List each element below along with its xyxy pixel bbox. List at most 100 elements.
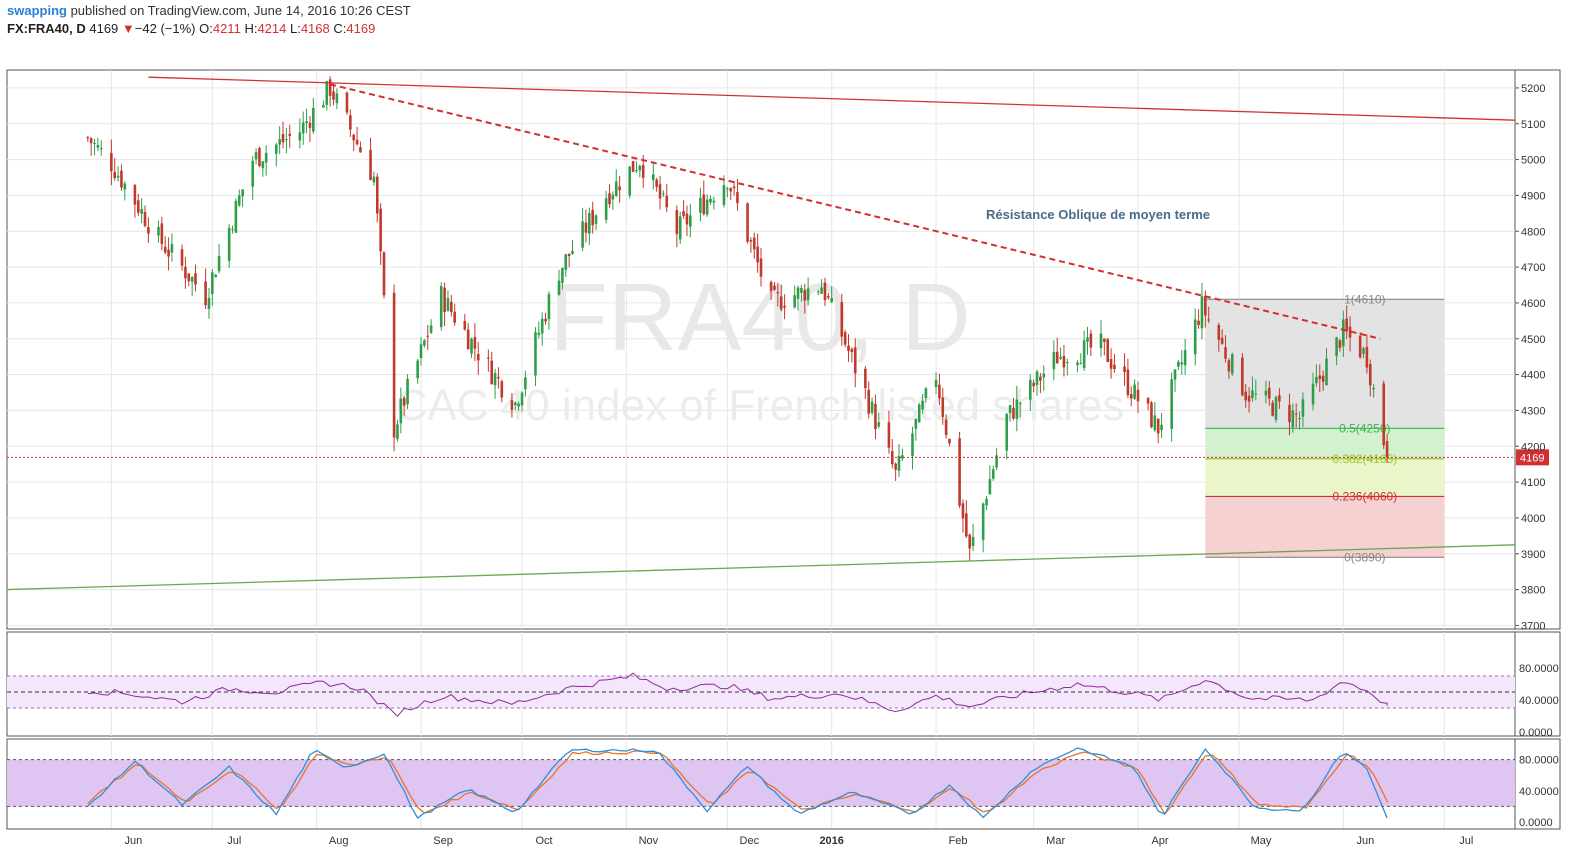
price-tick-label: 4400 bbox=[1521, 370, 1545, 382]
candle-body bbox=[1183, 350, 1187, 366]
candle-body bbox=[981, 503, 985, 540]
candle-body bbox=[611, 194, 615, 200]
candle-body bbox=[635, 170, 638, 172]
time-tick-label: Oct bbox=[535, 835, 552, 847]
candle-body bbox=[392, 292, 396, 438]
candle-body bbox=[490, 360, 494, 384]
candle-body bbox=[968, 534, 971, 549]
time-tick-label: Nov bbox=[639, 835, 659, 847]
candle-body bbox=[375, 176, 379, 214]
time-tick-label: Dec bbox=[740, 835, 760, 847]
candle-body bbox=[847, 345, 850, 351]
candle-body bbox=[305, 121, 308, 123]
candle-body bbox=[298, 132, 302, 141]
candle-body bbox=[470, 338, 473, 354]
candle-body bbox=[180, 249, 184, 266]
candle-body bbox=[227, 227, 231, 261]
candle-body bbox=[419, 344, 423, 359]
candle-body bbox=[234, 200, 238, 233]
candle-body bbox=[140, 208, 143, 214]
candle-body bbox=[1079, 363, 1083, 365]
chart-canvas[interactable]: FRA40, D CAC 40 index of French listed sh… bbox=[0, 0, 1589, 865]
candle-body bbox=[345, 92, 349, 113]
candle-body bbox=[1251, 390, 1254, 399]
candle-body bbox=[204, 281, 207, 306]
candle-body bbox=[773, 285, 776, 290]
price-tick-label: 3800 bbox=[1521, 585, 1545, 597]
candle-body bbox=[308, 122, 312, 128]
candle-body bbox=[190, 277, 194, 282]
price-tick-label: 4900 bbox=[1521, 190, 1545, 202]
candle-body bbox=[328, 79, 332, 96]
candle-body bbox=[662, 193, 665, 195]
candle-body bbox=[783, 305, 786, 308]
candle-body bbox=[312, 107, 315, 132]
candle-body bbox=[756, 246, 759, 263]
time-tick-label: Apr bbox=[1151, 835, 1168, 847]
candle-body bbox=[584, 222, 588, 233]
candle-body bbox=[1315, 376, 1318, 384]
candle-body bbox=[655, 179, 658, 188]
stoch-tick-label: 80.0000 bbox=[1519, 755, 1559, 767]
candle-body bbox=[241, 189, 244, 197]
candle-body bbox=[382, 252, 386, 296]
candle-body bbox=[991, 469, 995, 479]
time-tick-label: Sep bbox=[433, 835, 453, 847]
candle-body bbox=[547, 294, 551, 320]
candle-body bbox=[1113, 364, 1116, 370]
candle-body bbox=[1136, 389, 1140, 402]
candle-body bbox=[887, 422, 891, 448]
candle-body bbox=[874, 403, 877, 429]
candle-body bbox=[557, 280, 561, 295]
rsi-tick-label: 80.0000 bbox=[1519, 663, 1559, 675]
candle-body bbox=[355, 139, 359, 145]
candle-body bbox=[1385, 441, 1389, 458]
candle-body bbox=[1150, 402, 1153, 428]
candle-body bbox=[1288, 404, 1291, 423]
candle-body bbox=[136, 200, 140, 213]
candle-body bbox=[702, 194, 706, 215]
candle-body bbox=[214, 274, 217, 278]
candle-body bbox=[1177, 361, 1180, 367]
candle-body bbox=[476, 353, 480, 361]
candle-body bbox=[517, 403, 520, 407]
candle-body bbox=[163, 246, 167, 253]
fib-zone bbox=[1205, 458, 1445, 497]
candle-body bbox=[231, 228, 234, 230]
candle-body bbox=[682, 211, 685, 216]
candle-body bbox=[1264, 390, 1268, 396]
candle-body bbox=[1126, 369, 1130, 395]
candle-body bbox=[96, 144, 100, 148]
candle-body bbox=[628, 166, 632, 196]
candle-body bbox=[864, 368, 867, 389]
price-tick-label: 4300 bbox=[1521, 405, 1545, 417]
candle-body bbox=[1224, 347, 1227, 359]
candle-body bbox=[1217, 324, 1221, 341]
candle-body bbox=[352, 134, 356, 141]
candle-body bbox=[944, 419, 948, 435]
candle-body bbox=[264, 152, 268, 163]
candle-body bbox=[1109, 359, 1113, 369]
candle-body bbox=[1254, 393, 1258, 395]
candle-body bbox=[901, 455, 904, 459]
candle-body bbox=[850, 348, 854, 352]
candle-body bbox=[914, 418, 918, 429]
candle-body bbox=[1274, 397, 1278, 420]
trendline-annotation: Résistance Oblique de moyen terme bbox=[986, 207, 1210, 222]
candle-body bbox=[524, 377, 527, 390]
candle-body bbox=[934, 379, 938, 388]
candle-body bbox=[1230, 354, 1234, 374]
candle-body bbox=[1220, 337, 1224, 344]
candle-body bbox=[510, 400, 514, 410]
candle-body bbox=[402, 397, 406, 406]
candle-body bbox=[86, 137, 90, 139]
candle-body bbox=[207, 297, 211, 309]
candle-body bbox=[167, 249, 170, 257]
price-tick-label: 3900 bbox=[1521, 549, 1545, 561]
candle-body bbox=[93, 143, 96, 145]
candle-body bbox=[1086, 337, 1089, 342]
candle-body bbox=[89, 138, 93, 144]
candle-body bbox=[396, 424, 399, 440]
last-price-label: 4169 bbox=[1520, 452, 1544, 464]
candle-body bbox=[1227, 360, 1231, 372]
